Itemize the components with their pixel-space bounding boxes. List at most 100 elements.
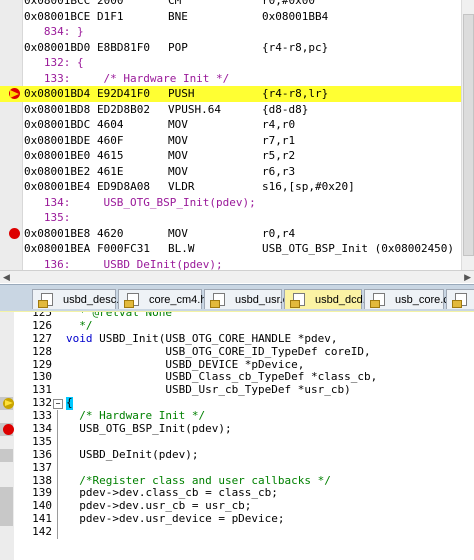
source-editor[interactable]: 125 * @retval None 126 */127 void USBD_Ini…: [0, 312, 474, 560]
instruction-address: 0x08001BDE: [24, 133, 91, 147]
source-annotation-row[interactable]: 133: /* Hardware Init */: [0, 71, 462, 87]
code-line[interactable]: 136 USBD_DeInit(pdev);: [0, 448, 474, 462]
editor-tab-bar: usbd_desc.c core_cm4.h usbd_usr.c usbd_d…: [0, 284, 474, 313]
line-number: 126: [32, 318, 52, 332]
disassembly-row[interactable]: 0x08001BE2 461E MOV r6,r3: [0, 164, 462, 180]
instruction-mnemonic: MOV: [168, 149, 188, 162]
instruction-address: 0x08001BE2: [24, 164, 91, 178]
disassembly-row[interactable]: 0x08001BE8 4620 MOV r0,r4: [0, 226, 462, 242]
disassembly-listing[interactable]: 0x08001BCC 2000 CM r0,#0x00 0x08001BCE D1F1 BN…: [0, 0, 462, 283]
instruction-address: 0x08001BCE: [24, 9, 91, 23]
fold-guide: [57, 500, 58, 514]
line-number: 127: [32, 331, 52, 345]
scroll-left-icon[interactable]: ◀: [3, 273, 10, 283]
disassembly-row[interactable]: 0x08001BD8 ED2D8B02 VPUSH.64 {d8-d8}: [0, 102, 462, 118]
fold-guide: [57, 461, 58, 475]
fold-toggle-icon[interactable]: −: [53, 399, 63, 410]
disassembly-row[interactable]: 0x08001BD0 E8BD81F0 POP {r4-r8,pc}: [0, 40, 462, 56]
code-line[interactable]: 127 void USBD_Init(USB_OTG_CORE_HANDLE *p…: [0, 331, 474, 346]
instruction-opcode: 4604: [97, 118, 124, 131]
editor-code-lines[interactable]: 125 * @retval None 126 */127 void USBD_Ini…: [0, 312, 474, 540]
fold-guide: [57, 423, 58, 437]
scroll-right-icon[interactable]: ▶: [464, 273, 471, 283]
code-line[interactable]: 134 USB_OTG_BSP_Init(pdev);: [0, 422, 474, 437]
source-annotation-row[interactable]: 834: }: [0, 24, 462, 40]
c-file-icon: [370, 293, 385, 308]
disassembly-row[interactable]: 0x08001BEA F000FC31 BL.W USB_OTG_BSP_Init (…: [0, 241, 462, 257]
disassembly-window[interactable]: 0x08001BCC 2000 CM r0,#0x00 0x08001BCE D1F1 BN…: [0, 0, 474, 283]
header-file-icon: [124, 293, 139, 308]
instruction-mnemonic: VPUSH.64: [168, 102, 221, 116]
instruction-mnemonic: CM: [168, 0, 182, 7]
instruction-operands: r5,r2: [262, 149, 296, 162]
executable-line-marker[interactable]: [0, 487, 13, 501]
executable-line-marker[interactable]: [0, 448, 13, 462]
source-line-text: 134: USB_OTG_BSP_Init(pdev);: [24, 195, 256, 209]
code-line[interactable]: 142: [0, 525, 474, 540]
tab-overflow[interactable]: r: [446, 289, 474, 309]
c-file-icon: [452, 293, 467, 308]
source-annotation-row[interactable]: 135:: [0, 210, 462, 226]
instruction-opcode: D1F1: [97, 9, 124, 23]
source-line-text: 132: {: [24, 56, 84, 69]
instruction-address: 0x08001BE4: [24, 180, 91, 193]
instruction-mnemonic: PUSH: [168, 87, 195, 100]
disassembly-horizontal-scrollbar[interactable]: ◀ ▶: [0, 270, 474, 283]
instruction-mnemonic: BNE: [168, 9, 188, 23]
instruction-mnemonic: POP: [168, 40, 188, 54]
instruction-operands: 0x08001BB4: [262, 9, 329, 23]
line-number: 142: [32, 525, 52, 539]
disassembly-row[interactable]: 0x08001BCE D1F1 BNE 0x08001BB4: [0, 9, 462, 25]
keyword-token: void: [66, 331, 93, 345]
tab-usbd-desc[interactable]: usbd_desc.c: [32, 289, 125, 309]
breakpoint-icon[interactable]: [9, 227, 20, 239]
disassembly-vertical-scrollbar[interactable]: [461, 0, 474, 270]
disassembly-row[interactable]: 0x08001BDC 4604 MOV r4,r0: [0, 117, 462, 133]
instruction-mnemonic: VLDR: [168, 180, 195, 193]
tab-label: usbd_usr.c: [235, 294, 289, 306]
current-instruction-breakpoint-icon[interactable]: [9, 88, 20, 99]
instruction-operands: r6,r3: [262, 164, 296, 178]
instruction-mnemonic: MOV: [168, 133, 188, 147]
source-line-text: 834: }: [24, 25, 84, 38]
tab-usb-core[interactable]: usb_core.c: [364, 289, 449, 309]
fold-guide: [57, 487, 58, 501]
line-number: 128: [32, 344, 52, 358]
fold-guide: [57, 448, 58, 462]
instruction-address: 0x08001BD8: [24, 102, 91, 116]
disassembly-row[interactable]: 0x08001BCC 2000 CM r0,#0x00: [0, 0, 462, 9]
disassembly-scroll-thumb[interactable]: [463, 14, 474, 256]
executable-line-marker[interactable]: [0, 513, 13, 527]
executable-line-marker[interactable]: [0, 500, 13, 514]
source-annotation-row[interactable]: 132: {: [0, 55, 462, 71]
tab-usbd-usr[interactable]: usbd_usr.c: [204, 289, 288, 309]
instruction-mnemonic: MOV: [168, 164, 188, 178]
tab-label: usbd_desc.c: [63, 294, 125, 306]
code-line[interactable]: 128 USB_OTG_CORE_ID_TypeDef coreID,: [0, 344, 474, 359]
instruction-opcode: E92D41F0: [97, 87, 150, 100]
tab-core-cm4[interactable]: core_cm4.h: [118, 289, 206, 309]
disassembly-row[interactable]: 0x08001BE4 ED9D8A08 VLDR s16,[sp,#0x20]: [0, 179, 462, 195]
breakpoint-icon[interactable]: [3, 424, 14, 436]
disassembly-row[interactable]: 0x08001BE0 4615 MOV r5,r2: [0, 148, 462, 164]
line-number: 137: [32, 460, 52, 474]
instruction-operands: r4,r0: [262, 118, 296, 131]
instruction-operands: {r4-r8,lr}: [262, 87, 329, 100]
instruction-address: 0x08001BE8: [24, 226, 91, 240]
instruction-mnemonic: MOV: [168, 226, 188, 240]
code-line[interactable]: 135: [0, 435, 474, 449]
source-line-text: 135:: [24, 211, 71, 224]
instruction-operands: {r4-r8,pc}: [262, 40, 329, 54]
instruction-opcode: 2000: [97, 0, 124, 7]
code-text: USB_OTG_CORE_ID_TypeDef coreID,: [66, 344, 371, 358]
disassembly-row[interactable]: 0x08001BD4 E92D41F0 PUSH {r4-r8,lr}: [0, 86, 462, 102]
c-file-icon: [210, 293, 225, 308]
code-line[interactable]: 141 pdev->dev.usr_device = pDevice;: [0, 512, 474, 527]
fold-guide: [57, 410, 58, 424]
instruction-address: 0x08001BD0: [24, 40, 91, 54]
source-annotation-row[interactable]: 134: USB_OTG_BSP_Init(pdev);: [0, 195, 462, 211]
disassembly-row[interactable]: 0x08001BDE 460F MOV r7,r1: [0, 133, 462, 149]
code-line[interactable]: 137: [0, 460, 474, 475]
instruction-address: 0x08001BCC: [24, 0, 91, 7]
tab-usbd-dcd[interactable]: usbd_dcd.c: [284, 289, 371, 309]
